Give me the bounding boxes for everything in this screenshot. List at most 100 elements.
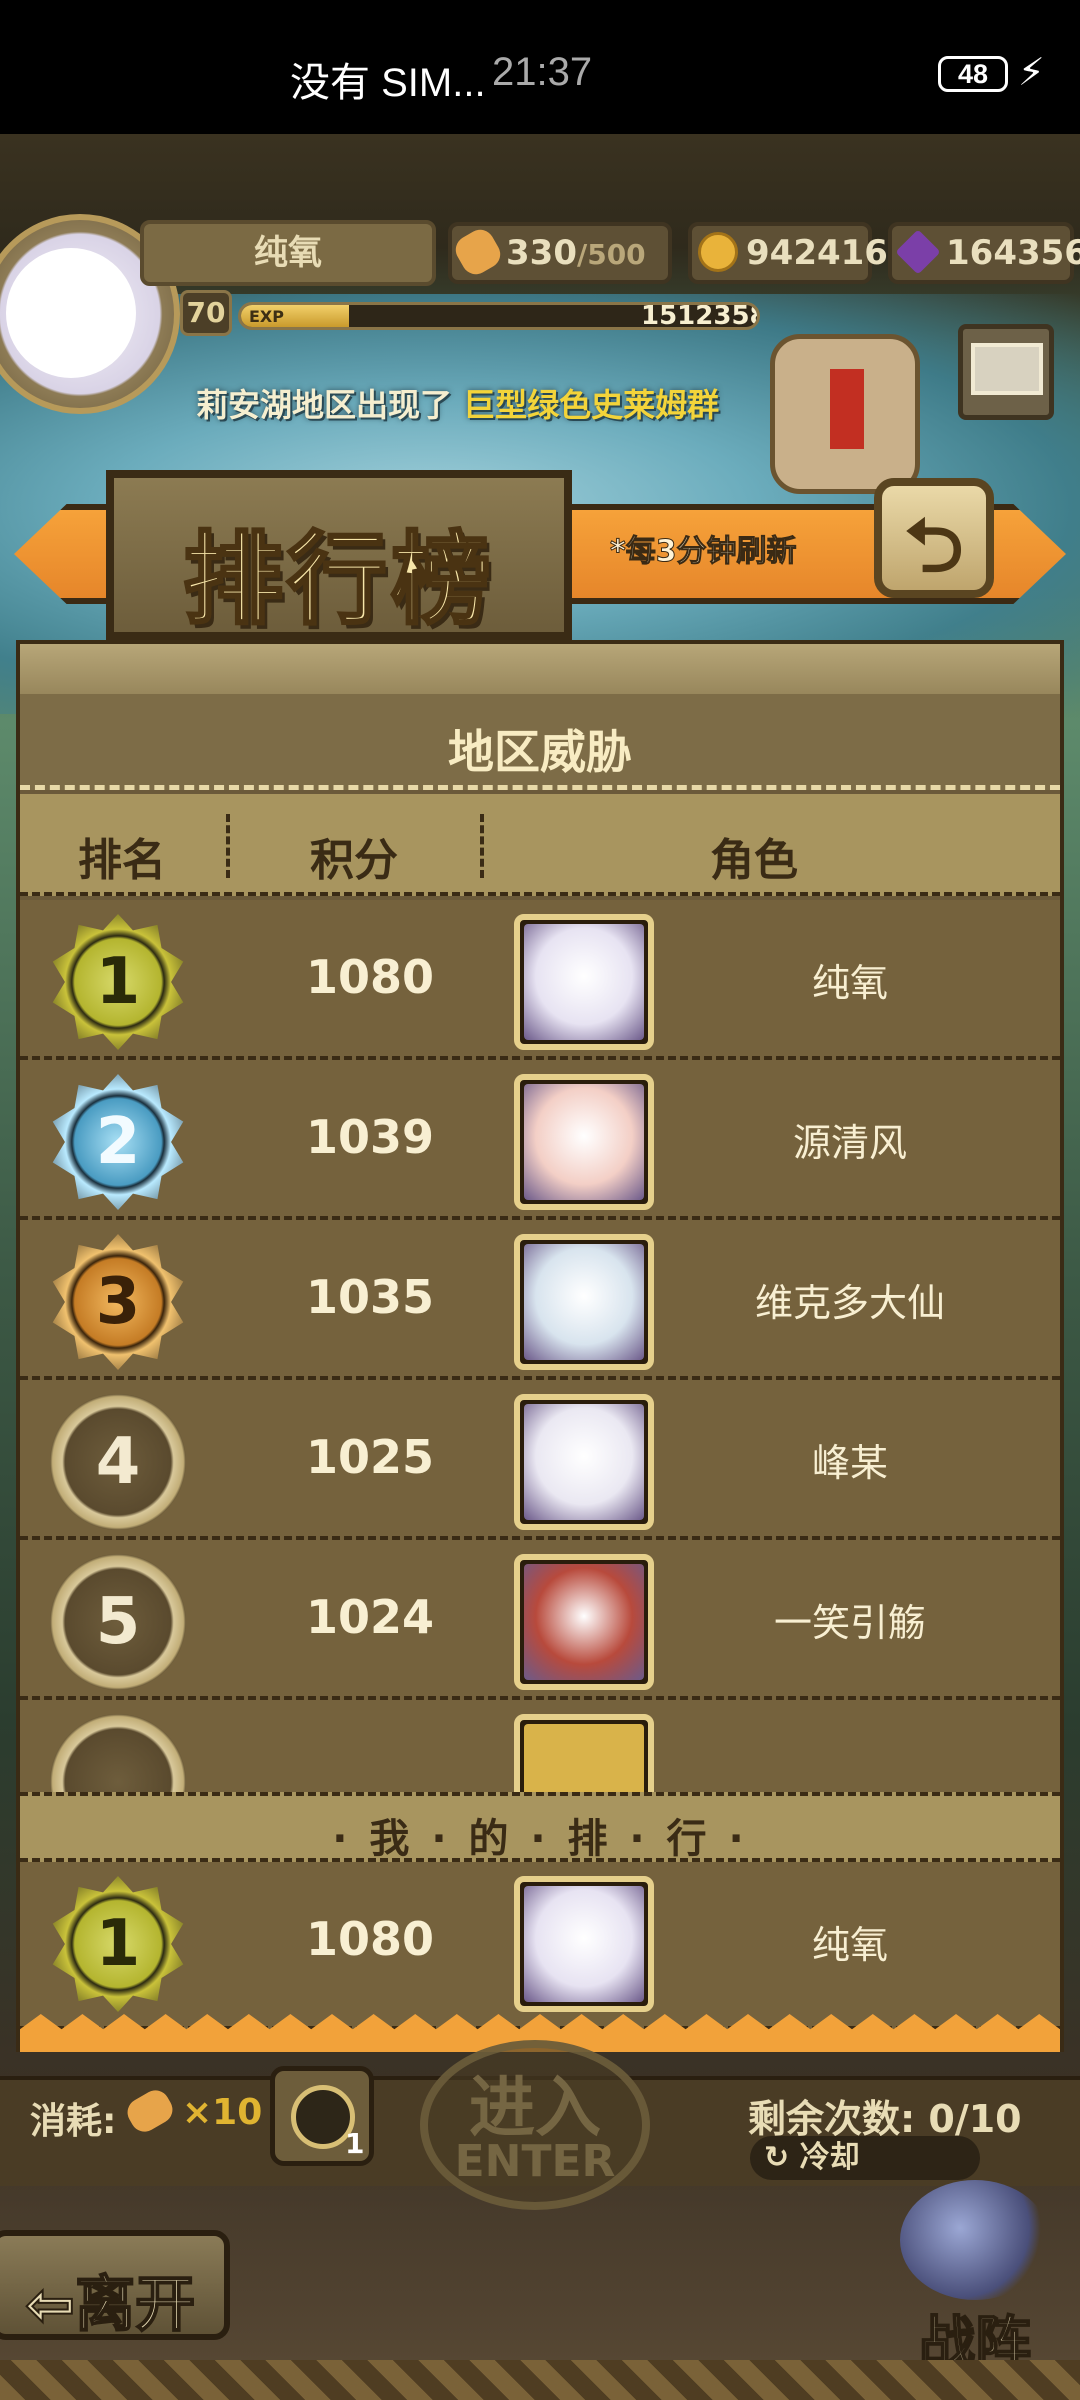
score-value: 1025	[305, 1430, 435, 1484]
score-value: 1080	[305, 950, 435, 1004]
leave-text: 离开	[74, 2269, 196, 2341]
character-portrait[interactable]	[514, 1074, 654, 1210]
banner-title: 排行榜	[182, 520, 495, 640]
portrait-image	[524, 1564, 644, 1680]
my-rank-row[interactable]: 1 1080 纯氧	[20, 1862, 1060, 2030]
character-portrait[interactable]	[514, 1394, 654, 1530]
item-slot-button[interactable]: 1	[270, 2066, 374, 2166]
portrait-image	[524, 1724, 644, 1792]
exp-text: 1512358/7153	[641, 302, 757, 330]
stamina-max: /500	[576, 238, 646, 271]
leaderboard-title: 地区威胁	[448, 725, 632, 779]
stamina-value: 330	[506, 233, 577, 273]
stamina-counter[interactable]: 330/500	[448, 222, 672, 284]
score-value: 1035	[305, 1270, 435, 1324]
rank-number: 3	[52, 1234, 184, 1370]
bread-icon	[450, 224, 506, 280]
battery-icon: 48	[938, 56, 1008, 92]
rank-badge: 1	[50, 914, 186, 1050]
character-portrait[interactable]	[514, 1714, 654, 1792]
rank-number: 4	[50, 1394, 186, 1530]
rank-badge: 1	[50, 1876, 186, 2012]
formation-art	[900, 2180, 1050, 2300]
role-column-header: 角色	[710, 835, 798, 886]
character-name: 纯氧	[811, 961, 888, 1005]
rank-badge-graphic	[50, 1714, 186, 1792]
gem-icon	[895, 229, 941, 275]
item-count: 1	[345, 2127, 365, 2160]
character-name: 纯氧	[811, 1923, 888, 1967]
level-badge: 70	[180, 290, 232, 336]
panel-map-top	[20, 644, 1060, 694]
enter-button[interactable]: 进入 ENTER	[420, 2040, 650, 2210]
rank-badge: 3	[50, 1234, 186, 1370]
back-button[interactable]: ⮌	[874, 478, 994, 598]
character-name: 源清风	[792, 1121, 907, 1165]
rank-number: 5	[50, 1554, 186, 1690]
avatar-portrait	[6, 248, 136, 378]
gold-coin-icon	[698, 232, 738, 272]
exp-bar: EXP 1512358/7153	[238, 302, 760, 330]
rank-row[interactable]: 2 1039 源清风	[20, 1060, 1060, 1220]
score-value: 1080	[305, 1912, 435, 1966]
refresh-note: *每3分钟刷新	[610, 534, 798, 570]
column-divider	[480, 814, 484, 878]
character-portrait[interactable]	[514, 1234, 654, 1370]
rank-row[interactable]: 1 1080 纯氧	[20, 900, 1060, 1060]
charging-icon: ⚡	[1018, 50, 1045, 94]
rank-number: 1	[52, 1876, 184, 2012]
remaining-attempts: 剩余次数: 0/10	[748, 2097, 1022, 2141]
notice-highlight: 巨型绿色史莱姆群	[463, 386, 720, 424]
gold-counter[interactable]: 942416	[688, 222, 888, 284]
character-portrait[interactable]	[514, 914, 654, 1050]
notice-prefix: 莉安湖地区出现了	[196, 386, 453, 424]
rank-row[interactable]: 3 1035 维克多大仙	[20, 1220, 1060, 1380]
portrait-image	[524, 1886, 644, 2002]
rank-badge: 2	[50, 1074, 186, 1210]
status-bar: 没有 SIM... 21:37 48 ⚡	[0, 0, 1080, 134]
rank-number: 1	[52, 914, 184, 1050]
carrier-text: 没有 SIM...	[290, 61, 486, 105]
rank-row[interactable]: 5 1024 一笑引觞	[20, 1540, 1060, 1700]
rank-badge: 4	[50, 1394, 186, 1530]
character-name: 峰某	[811, 1441, 888, 1485]
player-name: 纯氧	[140, 220, 436, 286]
ranking-list[interactable]: 1 1080 纯氧 2 1039 源清风 3 1035 维克多大仙 4 1025 峰某 5 1024 一笑引…	[20, 900, 1060, 1792]
event-notice[interactable]: 莉安湖地区出现了 巨型绿色史莱姆群	[196, 380, 719, 426]
portrait-image	[524, 924, 644, 1040]
clock-text: 21:37	[492, 50, 593, 94]
gold-value: 942416	[746, 233, 888, 273]
cost-value: ×10	[182, 2092, 263, 2133]
rank-number: 2	[52, 1074, 184, 1210]
character-portrait[interactable]	[514, 1554, 654, 1690]
column-header: 排名 积分 角色	[20, 794, 1060, 896]
exclamation-icon	[830, 369, 864, 449]
my-rank-header: · 我 · 的 · 排 · 行 ·	[20, 1792, 1060, 1862]
portrait-image	[524, 1404, 644, 1520]
gem-value: 164356	[946, 233, 1080, 273]
formation-button[interactable]: 战阵	[880, 2180, 1070, 2390]
my-rank-title: · 我 · 的 · 排 · 行 ·	[332, 1816, 748, 1862]
portrait-image	[524, 1084, 644, 1200]
column-divider	[226, 814, 230, 878]
rank-column-header: 排名	[78, 835, 166, 886]
mail-button[interactable]	[958, 324, 1054, 420]
bottom-decoration	[0, 2360, 1080, 2400]
leaderboard-panel: 地区威胁 排名 积分 角色 1 1080 纯氧 2 1039 源清风 3 1035 维克多大仙 4…	[16, 640, 1064, 2052]
leave-button[interactable]: ⇦离开	[0, 2230, 230, 2341]
gem-counter[interactable]: 164356	[888, 222, 1080, 284]
character-name: 一笑引觞	[773, 1601, 926, 1645]
rank-row-partial[interactable]	[20, 1700, 1060, 1792]
portrait-image	[524, 1244, 644, 1360]
score-value: 1024	[305, 1590, 435, 1644]
back-arrow-icon: ⮌	[904, 503, 964, 589]
character-portrait[interactable]	[514, 1876, 654, 2012]
refresh-icon: ↻	[764, 2140, 790, 2175]
rank-row[interactable]: 4 1025 峰某	[20, 1380, 1060, 1540]
score-column-header: 积分	[310, 835, 398, 886]
left-arrow-icon: ⇦	[24, 2269, 76, 2341]
rank-badge: 5	[50, 1554, 186, 1690]
score-value: 1039	[305, 1110, 435, 1164]
cooldown-button[interactable]: ↻ 冷却	[750, 2136, 980, 2180]
cost-label: 消耗:	[30, 2101, 117, 2142]
